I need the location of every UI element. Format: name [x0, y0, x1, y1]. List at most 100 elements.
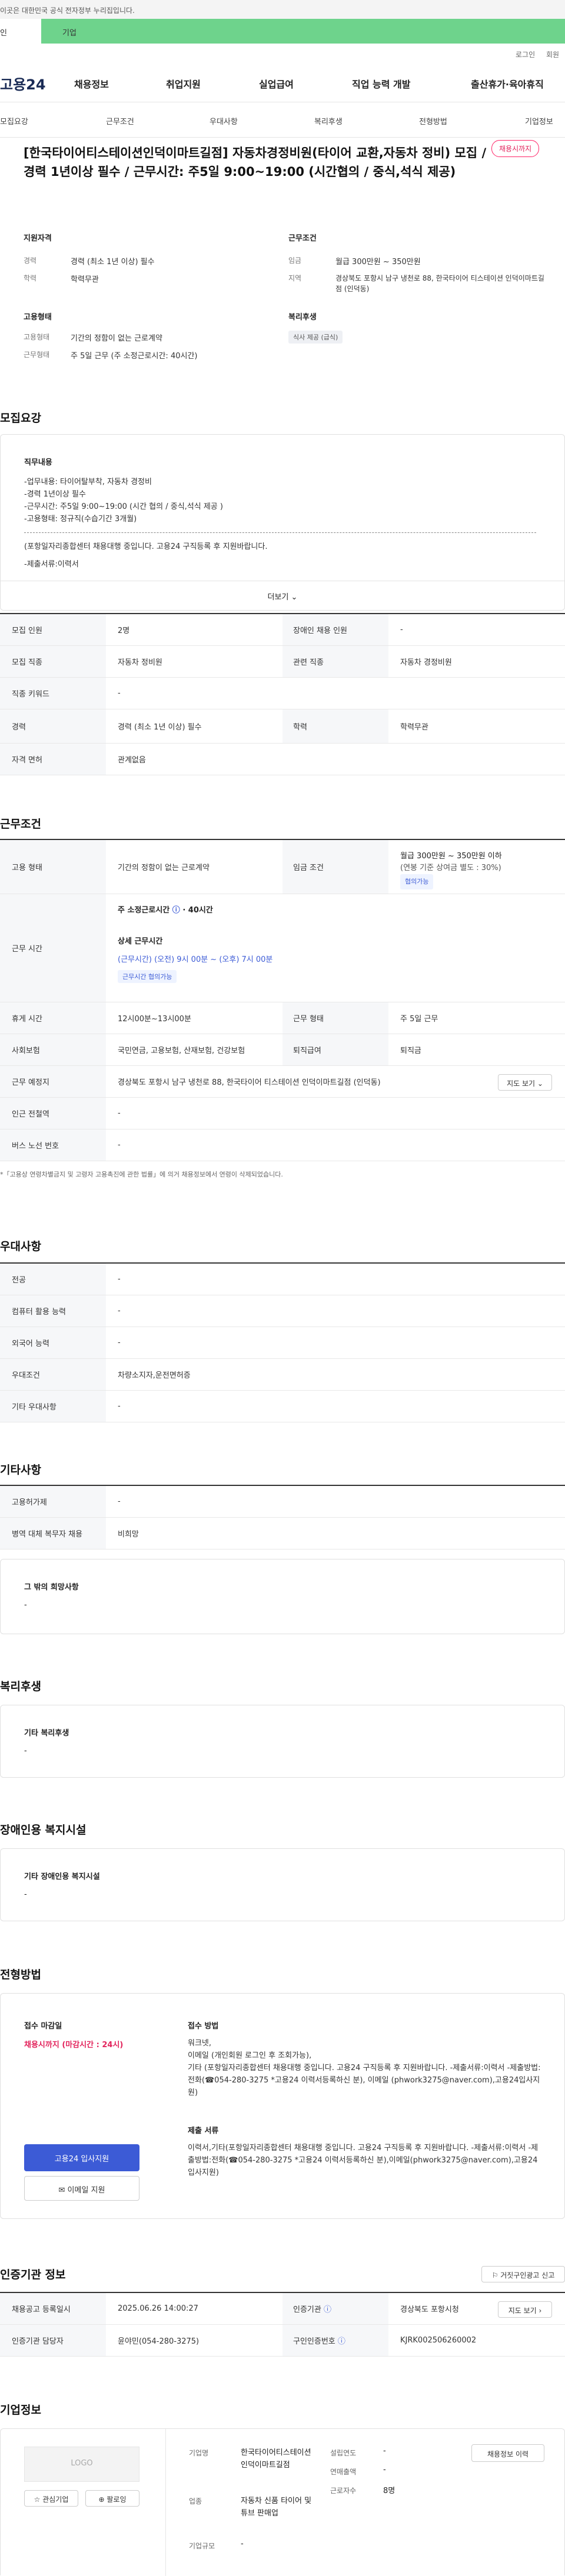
gov-banner: 이곳은 대한민국 공식 전자정부 누리집입니다. — [0, 0, 565, 19]
disability-box: 기타 장애인용 복지시설 - — [0, 1848, 565, 1921]
more-button[interactable]: 더보기 ⌄ — [1, 581, 564, 610]
cert-row-1: 채용공고 등록일시 2025.06.26 14:00:27 인증기관 ⓘ 경상북도 포… — [0, 2293, 565, 2325]
anchor-screening[interactable]: 전형방법 — [419, 115, 447, 126]
fav-company-button[interactable]: ☆ 관심기업 — [24, 2490, 78, 2507]
global-nav: 고용24 채용정보 취업지원 실업급여 직업 능력 개발 출산휴가·육아휴직 — [0, 61, 565, 102]
apply-button[interactable]: 고용24 입사지원 — [24, 2144, 139, 2171]
scale-key: 기업규모 — [189, 2542, 215, 2550]
site-logo[interactable]: 고용24 — [0, 73, 46, 94]
loc-row: 지역 경상북도 포항시 남구 냉천로 88, 한국타이어 티스테이션 인덕이마트길… — [288, 274, 544, 293]
tab-company[interactable]: 기업 — [62, 26, 77, 38]
docs-value: 이력서,기타(포항일자리종합센터 채용대행 중입니다. 고용24 구직등록 후 … — [188, 2144, 539, 2177]
anchor-company[interactable]: 기업정보 — [525, 115, 553, 126]
pref-row-other: 기타 우대사항 - — [0, 1391, 565, 1422]
founded: - — [383, 2447, 386, 2455]
nav-employment-support[interactable]: 취업지원 — [166, 76, 201, 91]
job-desc-text2: (포항일자리종합센터 채용대행 중입니다. 고용24 구직등록 후 지원바랍니다… — [24, 542, 268, 551]
staff: 8명 — [383, 2487, 396, 2495]
mail-icon: ✉ — [58, 2186, 65, 2195]
cond-row-emp: 고용 형태 기간의 정함이 없는 근로계약 임금 조건 월급 300만원 ~ 350… — [0, 840, 565, 894]
job-desc-text3: -제출서류:이력서 — [24, 560, 79, 569]
welfare-heading: 복리후생 — [288, 313, 317, 322]
cond-row-subway: 인근 전철역 - — [0, 1098, 565, 1129]
cond-row-rest: 휴게 시간 12시00분~13시00분 근무 형태 주 5일 근무 — [0, 1002, 565, 1034]
flag-icon: ⚐ — [491, 2271, 498, 2280]
tab-individual[interactable]: 인 — [0, 19, 41, 44]
anchor-conditions[interactable]: 근무조건 — [106, 115, 134, 126]
job-summary: [한국타이어티스테이션인덕이마트길점] 자동차경정비원(타이어 교환,자동차 정… — [0, 139, 565, 386]
report-button[interactable]: ⚐ 거짓구인광고 신고 — [481, 2266, 565, 2282]
nav-jobs[interactable]: 채용정보 — [74, 76, 109, 91]
company-name: 한국타이어티스테이션인덕이마트길점 — [241, 2448, 311, 2470]
recruit-heading: 모집요강 — [0, 412, 41, 425]
info-icon: ⓘ — [337, 2337, 345, 2346]
company-name-key: 기업명 — [189, 2449, 209, 2457]
time-detail: 주 소정근로시간 ⓘ · 40시간 상세 근무시간 (근무시간) (오전) 9시… — [118, 904, 272, 983]
welfare-box: 기타 복리후생 - — [0, 1705, 565, 1778]
follow-button[interactable]: ⊕ 팔로잉 — [85, 2490, 139, 2507]
worktype-row: 근무형태 주 5일 근무 (주 소정근로시간: 40시간) — [24, 351, 198, 361]
map-button[interactable]: 지도 보기 ⌄ — [498, 1074, 552, 1091]
member-link[interactable]: 회원 — [546, 49, 559, 59]
hope-heading: 그 밖의 희망사항 — [24, 1583, 79, 1592]
recruit-row-5: 자격 면허 관계없음 — [0, 744, 565, 775]
anchor-preference[interactable]: 우대사항 — [210, 115, 238, 126]
divider — [165, 2429, 166, 2576]
sales: - — [383, 2465, 386, 2474]
info-icon: ⓘ — [323, 2305, 331, 2314]
welfare-sub: 기타 복리후생 — [24, 1729, 69, 1738]
recruit-row-1: 모집 인원 2명 장애인 채용 인원 - — [0, 614, 565, 646]
deadline-badge: 채용시까지 — [491, 140, 540, 157]
cond-heading: 근무조건 — [288, 234, 317, 243]
method-heading: 접수 방법 — [188, 2022, 219, 2031]
cond-row-time: 근무 시간 주 소정근로시간 ⓘ · 40시간 상세 근무시간 (근무시간) (… — [0, 894, 565, 1002]
pref-row-language: 외국어 능력 - — [0, 1327, 565, 1359]
hope-box: 그 밖의 희망사항 - — [0, 1559, 565, 1634]
pay-detail: 월급 300만원 ~ 350만원 이하 (연봉 기준 상여금 별도 : 30%) 협… — [400, 851, 502, 889]
staff-key: 근로자수 — [330, 2487, 357, 2495]
nav-vocational[interactable]: 직업 능력 개발 — [352, 76, 410, 91]
etc-row-military: 병역 대체 복무자 채용 비희망 — [0, 1518, 565, 1549]
cert-heading: 인증기관 정보 — [0, 2268, 66, 2281]
disability-heading: 장애인용 복지시설 — [0, 1824, 87, 1837]
cert-row-2: 인증기관 담당자 윤야민(054-280-3275) 구인인증번호 ⓘ KJRK002… — [0, 2325, 565, 2357]
nav-parental-leave[interactable]: 출산휴가·육아휴직 — [471, 76, 544, 91]
recruit-history-button[interactable]: 채용정보 이력 — [471, 2444, 544, 2462]
company-logo: LOGO — [24, 2447, 139, 2482]
login-link[interactable]: 로그인 — [516, 49, 535, 59]
etc-heading: 기타사항 — [0, 1464, 41, 1477]
company-box: LOGO ☆ 관심기업 ⊕ 팔로잉 기업명 한국타이어티스테이션인덕이마트길점 … — [0, 2428, 565, 2576]
method-value: 워크넷, 이메일 (개인회원 로그인 후 조회가능), 기타 (포항일자리종합센… — [188, 2039, 541, 2097]
cond-row-ins: 사회보험 국민연금, 고용보험, 산재보험, 건강보험 퇴직급여 퇴직금 — [0, 1034, 565, 1066]
exp-row: 경력 경력 (최소 1년 이상) 필수 — [24, 256, 155, 266]
emp-heading: 고용형태 — [24, 313, 52, 322]
company-heading: 기업정보 — [0, 2404, 41, 2417]
industry: 자동차 신품 타이어 및 튜브 판매업 — [241, 2497, 312, 2518]
nav-unemployment[interactable]: 실업급여 — [259, 76, 294, 91]
welfare-value: - — [24, 1747, 27, 1755]
gov-banner-text: 이곳은 대한민국 공식 전자정부 누리집입니다. — [0, 6, 135, 15]
recruit-row-2: 모집 직종 자동차 정비원 관련 직종 자동차 경정비원 — [0, 646, 565, 678]
deadline-heading: 접수 마감일 — [24, 2022, 62, 2031]
email-apply-button[interactable]: ✉ 이메일 지원 — [24, 2176, 139, 2201]
job-desc-box: 직무내용 -업무내용: 타이어탈부착, 자동차 경정비 -경력 1년이상 필수 … — [0, 434, 565, 611]
sales-key: 연매출액 — [330, 2468, 357, 2476]
cert-map-button[interactable]: 지도 보기 › — [498, 2301, 552, 2318]
recruit-row-3: 직종 키워드 - — [0, 678, 565, 709]
welfare-chip: 식사 제공 (급식) — [288, 331, 343, 344]
edu-row: 학력 학력무관 — [24, 274, 99, 284]
top-tabbar: 인 기업 — [0, 19, 565, 44]
anchor-recruit[interactable]: 모집요강 — [0, 115, 28, 126]
qual-heading: 지원자격 — [24, 234, 52, 243]
anchor-welfare[interactable]: 복리후생 — [314, 115, 343, 126]
recruit-row-4: 경력 경력 (최소 1년 이상) 필수 학력 학력무관 — [0, 709, 565, 744]
pay-row: 임금 월급 300만원 ~ 350만원 — [288, 256, 421, 266]
pref-row-condition: 우대조건 차량소지자,운전면허증 — [0, 1359, 565, 1391]
cond-row-place: 근무 예정지 경상북도 포항시 남구 냉천로 88, 한국타이어 티스테이션 인덕… — [0, 1066, 565, 1098]
hope-value: - — [24, 1601, 27, 1609]
pref-row-computer: 컴퓨터 활용 능력 - — [0, 1295, 565, 1327]
screening-box: 접수 마감일 채용시까지 (마감시간 : 24시) 접수 방법 워크넷, 이메일… — [0, 1993, 565, 2219]
job-desc-text: -업무내용: 타이어탈부착, 자동차 경정비 -경력 1년이상 필수 -근무시간… — [24, 478, 223, 524]
utility-bar: 로그인 회원 — [0, 44, 565, 61]
job-title: [한국타이어티스테이션인덕이마트길점] 자동차경정비원(타이어 교환,자동차 정… — [24, 146, 487, 179]
